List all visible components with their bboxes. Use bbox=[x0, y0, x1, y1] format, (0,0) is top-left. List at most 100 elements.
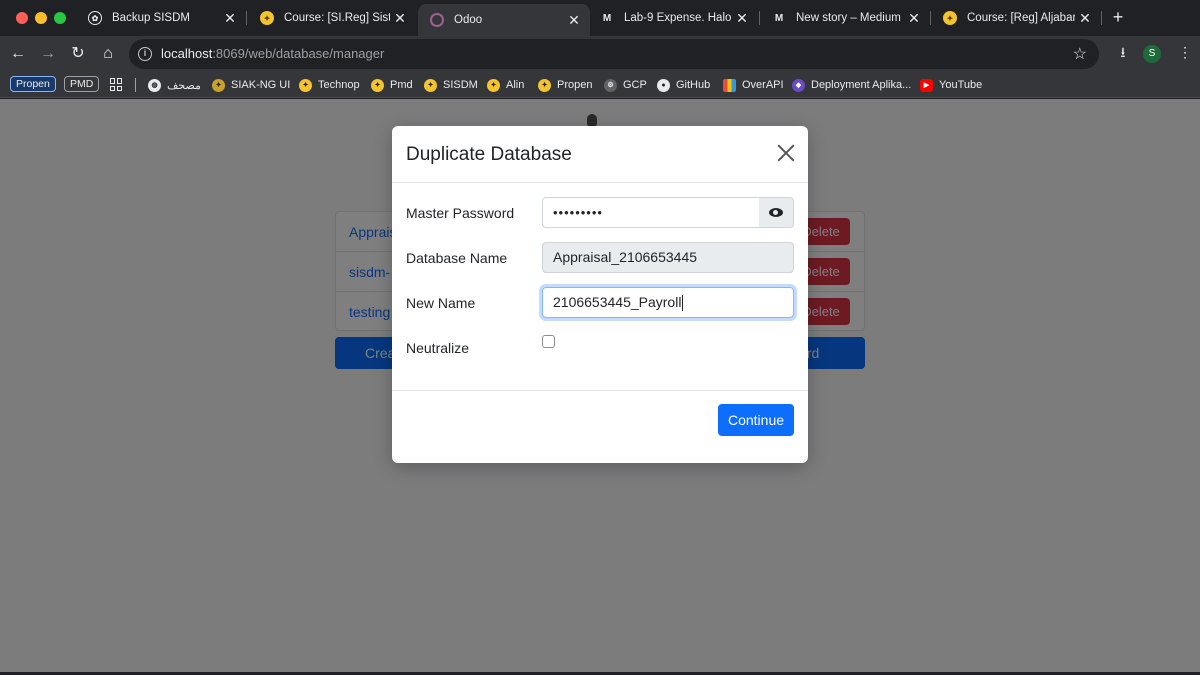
tab-new-story-medium[interactable]: M New story – Medium ✕ bbox=[760, 0, 930, 36]
bookmark-group-propen[interactable]: Propen bbox=[10, 76, 56, 92]
close-icon[interactable] bbox=[776, 143, 796, 163]
bookmarks-bar: Propen PMD ◍ مصحف ✦ SIAK-NG UI ✦ Technop… bbox=[0, 72, 1200, 98]
duplicate-database-dialog: Duplicate Database Master Password •••••… bbox=[392, 126, 808, 463]
bookmark-label: Deployment Aplika... bbox=[811, 79, 912, 91]
new-tab-button[interactable]: + bbox=[1107, 6, 1129, 28]
tab-lab9-expense[interactable]: M Lab-9 Expense. Halo se ✕ bbox=[588, 0, 758, 36]
tab-close-icon[interactable]: ✕ bbox=[904, 10, 924, 27]
bookmark-label: GCP bbox=[623, 79, 647, 91]
database-name-field[interactable]: Appraisal_2106653445 bbox=[542, 242, 794, 273]
dialog-footer: Continue bbox=[392, 390, 808, 463]
bookmark-sisdm[interactable]: ✦ SISDM bbox=[424, 76, 478, 94]
bookmark-group-pmd[interactable]: PMD bbox=[64, 76, 100, 92]
ui-logo-icon: ✦ bbox=[212, 78, 225, 92]
window-close-button[interactable] bbox=[16, 12, 28, 24]
bookmark-overapi[interactable]: OverAPI bbox=[723, 76, 784, 94]
dialog-header: Duplicate Database bbox=[392, 126, 808, 183]
reload-icon[interactable]: ↻ bbox=[66, 42, 90, 66]
odoo-icon bbox=[430, 13, 444, 27]
tab-title: Lab-9 Expense. Halo se bbox=[624, 12, 732, 24]
tab-title: Odoo bbox=[454, 14, 483, 26]
bookmark-label: SISDM bbox=[443, 79, 478, 91]
tab-divider bbox=[1101, 11, 1102, 25]
forward-arrow-icon[interactable]: → bbox=[36, 42, 60, 66]
bookmark-github[interactable]: ● GitHub bbox=[657, 76, 710, 94]
tab-course-si[interactable]: ✦ Course: [SI.Reg] Sistem ✕ bbox=[248, 0, 416, 36]
tab-close-icon[interactable]: ✕ bbox=[564, 12, 584, 29]
profile-avatar[interactable]: S bbox=[1143, 45, 1161, 63]
tab-title: Course: [SI.Reg] Sistem bbox=[284, 12, 390, 24]
browser-toolbar: ← → ↻ ⌂ i localhost:8069/web/database/ma… bbox=[0, 36, 1200, 72]
home-icon[interactable]: ⌂ bbox=[96, 42, 120, 66]
scele-icon: ✦ bbox=[299, 78, 312, 92]
tab-divider bbox=[246, 11, 247, 25]
new-name-value: 2106653445_Payroll bbox=[553, 294, 682, 310]
tab-odoo[interactable]: Odoo ✕ bbox=[418, 4, 590, 36]
scele-icon: ✦ bbox=[487, 78, 500, 92]
new-name-field[interactable]: 2106653445_Payroll bbox=[542, 287, 794, 318]
bookmark-label: OverAPI bbox=[742, 79, 784, 91]
bookmark-deployment[interactable]: ◆ Deployment Aplika... bbox=[792, 76, 911, 94]
master-password-field[interactable]: ••••••••• bbox=[542, 197, 760, 228]
bookmark-label: Technop bbox=[318, 79, 360, 91]
tab-close-icon[interactable]: ✕ bbox=[732, 10, 752, 27]
bookmark-alin[interactable]: ✦ Alin bbox=[487, 76, 524, 94]
site-info-icon[interactable]: i bbox=[138, 47, 152, 61]
neutralize-checkbox[interactable] bbox=[542, 335, 555, 348]
tab-close-icon[interactable]: ✕ bbox=[1075, 10, 1095, 27]
bookmark-star-icon[interactable]: ☆ bbox=[1073, 44, 1087, 64]
bookmark-propen[interactable]: ✦ Propen bbox=[538, 76, 592, 94]
youtube-icon: ▶ bbox=[920, 78, 933, 92]
address-bar[interactable]: i localhost:8069/web/database/manager ☆ bbox=[129, 39, 1099, 69]
tab-title: Backup SISDM bbox=[112, 12, 190, 24]
more-menu-icon[interactable]: ⋮ bbox=[1178, 44, 1192, 61]
bookmark-siak[interactable]: ✦ SIAK-NG UI bbox=[212, 76, 290, 94]
tab-course-aljabar[interactable]: ✦ Course: [Reg] Aljabar Li ✕ bbox=[931, 0, 1101, 36]
bookmark-technop[interactable]: ✦ Technop bbox=[299, 76, 360, 94]
github-icon: ● bbox=[657, 78, 670, 92]
eye-icon bbox=[769, 208, 783, 217]
bookmark-label: YouTube bbox=[939, 79, 983, 91]
bookmark-label: SIAK-NG UI bbox=[231, 79, 291, 91]
tab-title: New story – Medium bbox=[796, 12, 901, 24]
window-maximize-button[interactable] bbox=[54, 12, 66, 24]
medium-icon: M bbox=[602, 12, 612, 24]
tab-title: Course: [Reg] Aljabar Li bbox=[967, 12, 1075, 24]
browser-tab-strip: ✿ Backup SISDM ✕ ✦ Course: [SI.Reg] Sist… bbox=[0, 0, 1200, 36]
bookmarks-divider bbox=[135, 78, 136, 92]
bookmark-label: Alin bbox=[506, 79, 525, 91]
apps-grid-icon[interactable] bbox=[110, 78, 123, 91]
globe-icon: ◍ bbox=[148, 78, 161, 92]
url-text: localhost:8069/web/database/manager bbox=[161, 46, 385, 61]
scele-icon: ✦ bbox=[538, 78, 551, 92]
scele-icon: ✦ bbox=[371, 78, 384, 92]
text-caret bbox=[682, 295, 684, 312]
bookmark-mushaf[interactable]: ◍ مصحف bbox=[148, 76, 201, 94]
dialog-title: Duplicate Database bbox=[406, 144, 572, 165]
window-minimize-button[interactable] bbox=[35, 12, 47, 24]
bookmark-label: GitHub bbox=[676, 79, 711, 91]
bookmark-youtube[interactable]: ▶ YouTube bbox=[920, 76, 982, 94]
bookmark-label: Pmd bbox=[390, 79, 413, 91]
master-password-label: Master Password bbox=[406, 205, 515, 221]
tab-backup-sisdm[interactable]: ✿ Backup SISDM ✕ bbox=[76, 0, 246, 36]
back-arrow-icon[interactable]: ← bbox=[6, 42, 30, 66]
scele-icon: ✦ bbox=[424, 78, 437, 92]
bookmark-label: Propen bbox=[557, 79, 593, 91]
overapi-icon bbox=[723, 78, 736, 92]
openai-icon: ✿ bbox=[88, 11, 102, 25]
download-icon[interactable]: ⭳ bbox=[1113, 42, 1133, 62]
scele-icon: ✦ bbox=[943, 11, 957, 25]
show-password-button[interactable] bbox=[759, 197, 794, 228]
bookmark-label: مصحف bbox=[167, 79, 201, 92]
bookmark-gcp[interactable]: ⚙ GCP bbox=[604, 76, 647, 94]
medium-icon: M bbox=[774, 12, 784, 24]
tab-close-icon[interactable]: ✕ bbox=[220, 10, 240, 27]
continue-button[interactable]: Continue bbox=[718, 404, 794, 436]
deployment-icon: ◆ bbox=[792, 78, 805, 92]
scele-icon: ✦ bbox=[260, 11, 274, 25]
new-name-label: New Name bbox=[406, 295, 476, 311]
gear-icon: ⚙ bbox=[604, 78, 617, 92]
bookmark-pmd[interactable]: ✦ Pmd bbox=[371, 76, 413, 94]
tab-close-icon[interactable]: ✕ bbox=[390, 10, 410, 27]
